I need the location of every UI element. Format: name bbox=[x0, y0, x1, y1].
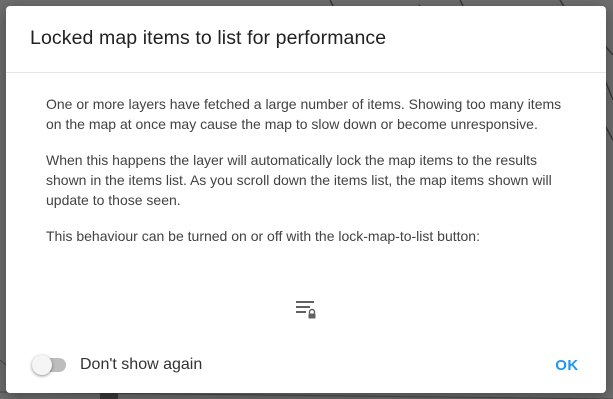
dialog-paragraph: When this happens the layer will automat… bbox=[46, 152, 552, 208]
dialog-header: Locked map items to list for performance bbox=[6, 6, 606, 73]
map-backdrop: Locked map items to list for performance… bbox=[0, 0, 613, 399]
dialog-paragraph: One or more layers have fetched a large … bbox=[46, 96, 562, 132]
lock-map-dialog: Locked map items to list for performance… bbox=[6, 6, 606, 393]
dialog-paragraph: This behaviour can be turned on or off w… bbox=[46, 228, 480, 244]
ok-button[interactable]: OK bbox=[542, 350, 592, 380]
toggle-thumb bbox=[32, 355, 52, 375]
lock-map-to-list-icon bbox=[294, 298, 318, 320]
dialog-title: Locked map items to list for performance bbox=[30, 27, 387, 49]
dialog-body: One or more layers have fetched a large … bbox=[46, 94, 566, 262]
dont-show-again-toggle[interactable] bbox=[32, 355, 70, 375]
dont-show-again-label[interactable]: Don't show again bbox=[80, 356, 202, 374]
